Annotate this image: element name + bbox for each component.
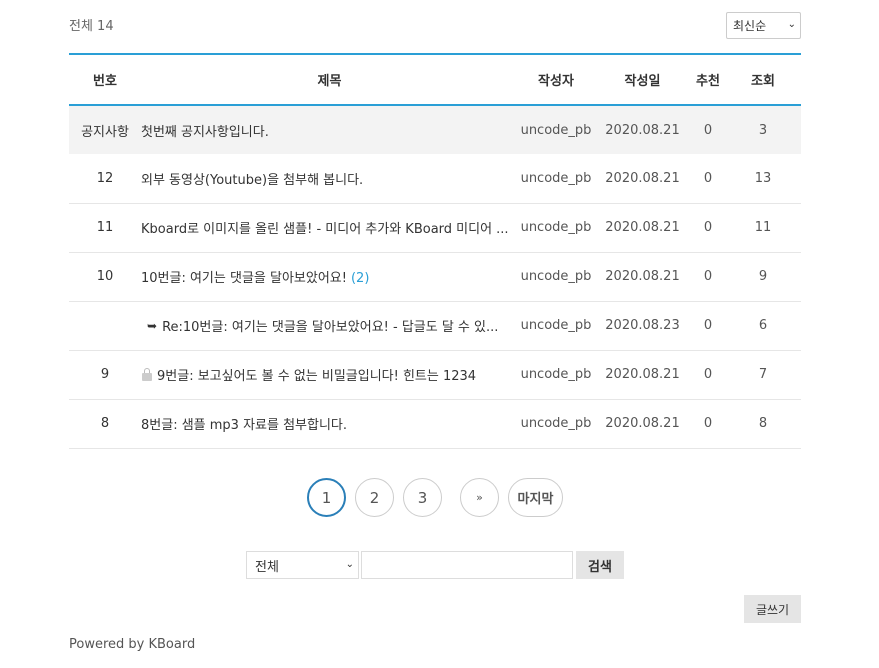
board-container: 전체 14 최신순 ⌄ 번호 제목 작성자 작성일 추천 조회 공지사항 첫번째… <box>69 0 801 668</box>
row-vote: 0 <box>691 154 725 204</box>
row-title-link[interactable]: 외부 동영상(Youtube)을 첨부해 봅니다. <box>141 154 518 204</box>
row-num: 10 <box>69 252 141 302</box>
row-title[interactable]: Kboard로 이미지를 올린 샘플! - 미디어 추가와 KBoard 미디어… <box>141 218 509 237</box>
chevron-down-icon: ⌄ <box>345 559 354 570</box>
board-topbar: 전체 14 최신순 ⌄ <box>69 12 801 39</box>
last-page-button[interactable]: 마지막 <box>508 478 563 517</box>
table-row[interactable]: 10 10번글: 여기는 댓글을 달아보았어요! (2) uncode_pb 20… <box>69 252 801 302</box>
lock-icon <box>141 368 153 381</box>
header-writer: 작성자 <box>538 74 574 89</box>
table-row-reply[interactable]: ➥ Re:10번글: 여기는 댓글을 달아보았어요! - 답글도 달 수 있...… <box>69 301 801 351</box>
row-view: 6 <box>725 301 801 351</box>
row-vote: 0 <box>691 350 725 400</box>
header-vote: 추천 <box>696 74 720 89</box>
row-title[interactable]: 8번글: 샘플 mp3 자료를 첨부합니다. <box>141 414 347 433</box>
row-view: 9 <box>725 252 801 302</box>
row-writer: uncode_pb <box>518 350 594 400</box>
table-row[interactable]: 11 Kboard로 이미지를 올린 샘플! - 미디어 추가와 KBoard … <box>69 203 801 253</box>
page-button-1[interactable]: 1 <box>307 478 346 517</box>
row-date: 2020.08.21 <box>594 203 691 253</box>
row-title-link[interactable]: 9번글: 보고싶어도 볼 수 없는 비밀글입니다! 힌트는 1234 <box>141 350 518 400</box>
board-table: 번호 제목 작성자 작성일 추천 조회 공지사항 첫번째 공지사항입니다. un… <box>69 53 801 449</box>
row-title[interactable]: Re:10번글: 여기는 댓글을 달아보았어요! - 답글도 달 수 있... <box>162 316 498 335</box>
row-date: 2020.08.21 <box>594 399 691 449</box>
search-field-select[interactable]: 전체 ⌄ <box>246 551 359 579</box>
table-row-secret[interactable]: 9 9번글: 보고싶어도 볼 수 없는 비밀글입니다! 힌트는 1234 unc… <box>69 350 801 400</box>
row-date: 2020.08.21 <box>594 252 691 302</box>
row-vote: 0 <box>691 301 725 351</box>
page-button-2[interactable]: 2 <box>355 478 394 517</box>
row-title-link[interactable]: ➥ Re:10번글: 여기는 댓글을 달아보았어요! - 답글도 달 수 있... <box>141 301 518 351</box>
reply-arrow-icon: ➥ <box>147 318 158 333</box>
search-button[interactable]: 검색 <box>576 551 624 579</box>
row-writer: uncode_pb <box>518 301 594 351</box>
row-vote: 0 <box>691 105 725 154</box>
row-date: 2020.08.21 <box>594 105 691 154</box>
row-vote: 0 <box>691 252 725 302</box>
row-num: 9 <box>69 350 141 400</box>
row-num: 12 <box>69 154 141 204</box>
row-writer: uncode_pb <box>518 154 594 204</box>
row-view: 11 <box>725 203 801 253</box>
row-title-link[interactable]: 첫번째 공지사항입니다. <box>141 105 518 154</box>
header-date: 작성일 <box>624 74 661 89</box>
row-title-link[interactable]: 10번글: 여기는 댓글을 달아보았어요! (2) <box>141 252 518 302</box>
row-date: 2020.08.21 <box>594 154 691 204</box>
row-vote: 0 <box>691 399 725 449</box>
comment-count: (2) <box>350 271 370 286</box>
page-button-3[interactable]: 3 <box>403 478 442 517</box>
sort-select[interactable]: 최신순 ⌄ <box>726 12 801 39</box>
header-title: 제목 <box>317 74 342 89</box>
row-title[interactable]: 10번글: 여기는 댓글을 달아보았어요! <box>141 271 347 286</box>
row-title[interactable]: 9번글: 보고싶어도 볼 수 없는 비밀글입니다! 힌트는 1234 <box>157 365 476 384</box>
row-date: 2020.08.21 <box>594 350 691 400</box>
row-vote: 0 <box>691 203 725 253</box>
search-input[interactable] <box>361 551 573 579</box>
row-view: 13 <box>725 154 801 204</box>
total-count: 전체 14 <box>69 19 114 34</box>
row-view: 7 <box>725 350 801 400</box>
table-row[interactable]: 12 외부 동영상(Youtube)을 첨부해 봅니다. uncode_pb 2… <box>69 154 801 204</box>
row-title[interactable]: 외부 동영상(Youtube)을 첨부해 봅니다. <box>141 169 363 188</box>
row-num <box>69 301 141 351</box>
row-num: 11 <box>69 203 141 253</box>
write-button[interactable]: 글쓰기 <box>744 595 801 623</box>
row-title[interactable]: 첫번째 공지사항입니다. <box>141 121 269 140</box>
chevron-down-icon: ⌄ <box>787 19 796 30</box>
table-row-notice[interactable]: 공지사항 첫번째 공지사항입니다. uncode_pb 2020.08.21 0… <box>69 105 801 154</box>
row-writer: uncode_pb <box>518 203 594 253</box>
row-title-link[interactable]: Kboard로 이미지를 올린 샘플! - 미디어 추가와 KBoard 미디어… <box>141 203 518 253</box>
row-title-link[interactable]: 8번글: 샘플 mp3 자료를 첨부합니다. <box>141 399 518 449</box>
row-view: 8 <box>725 399 801 449</box>
next-page-button[interactable]: » <box>460 478 499 517</box>
search-field-value: 전체 <box>255 559 279 575</box>
row-writer: uncode_pb <box>518 252 594 302</box>
powered-by[interactable]: Powered by KBoard <box>69 637 195 652</box>
row-writer: uncode_pb <box>518 105 594 154</box>
table-header: 번호 제목 작성자 작성일 추천 조회 <box>69 54 801 105</box>
row-writer: uncode_pb <box>518 399 594 449</box>
header-view: 조회 <box>751 74 775 89</box>
header-num: 번호 <box>93 74 117 89</box>
row-view: 3 <box>725 105 801 154</box>
row-num: 공지사항 <box>69 105 141 154</box>
sort-select-value: 최신순 <box>733 19 767 33</box>
table-row[interactable]: 8 8번글: 샘플 mp3 자료를 첨부합니다. uncode_pb 2020.… <box>69 399 801 449</box>
row-num: 8 <box>69 399 141 449</box>
row-date: 2020.08.23 <box>594 301 691 351</box>
